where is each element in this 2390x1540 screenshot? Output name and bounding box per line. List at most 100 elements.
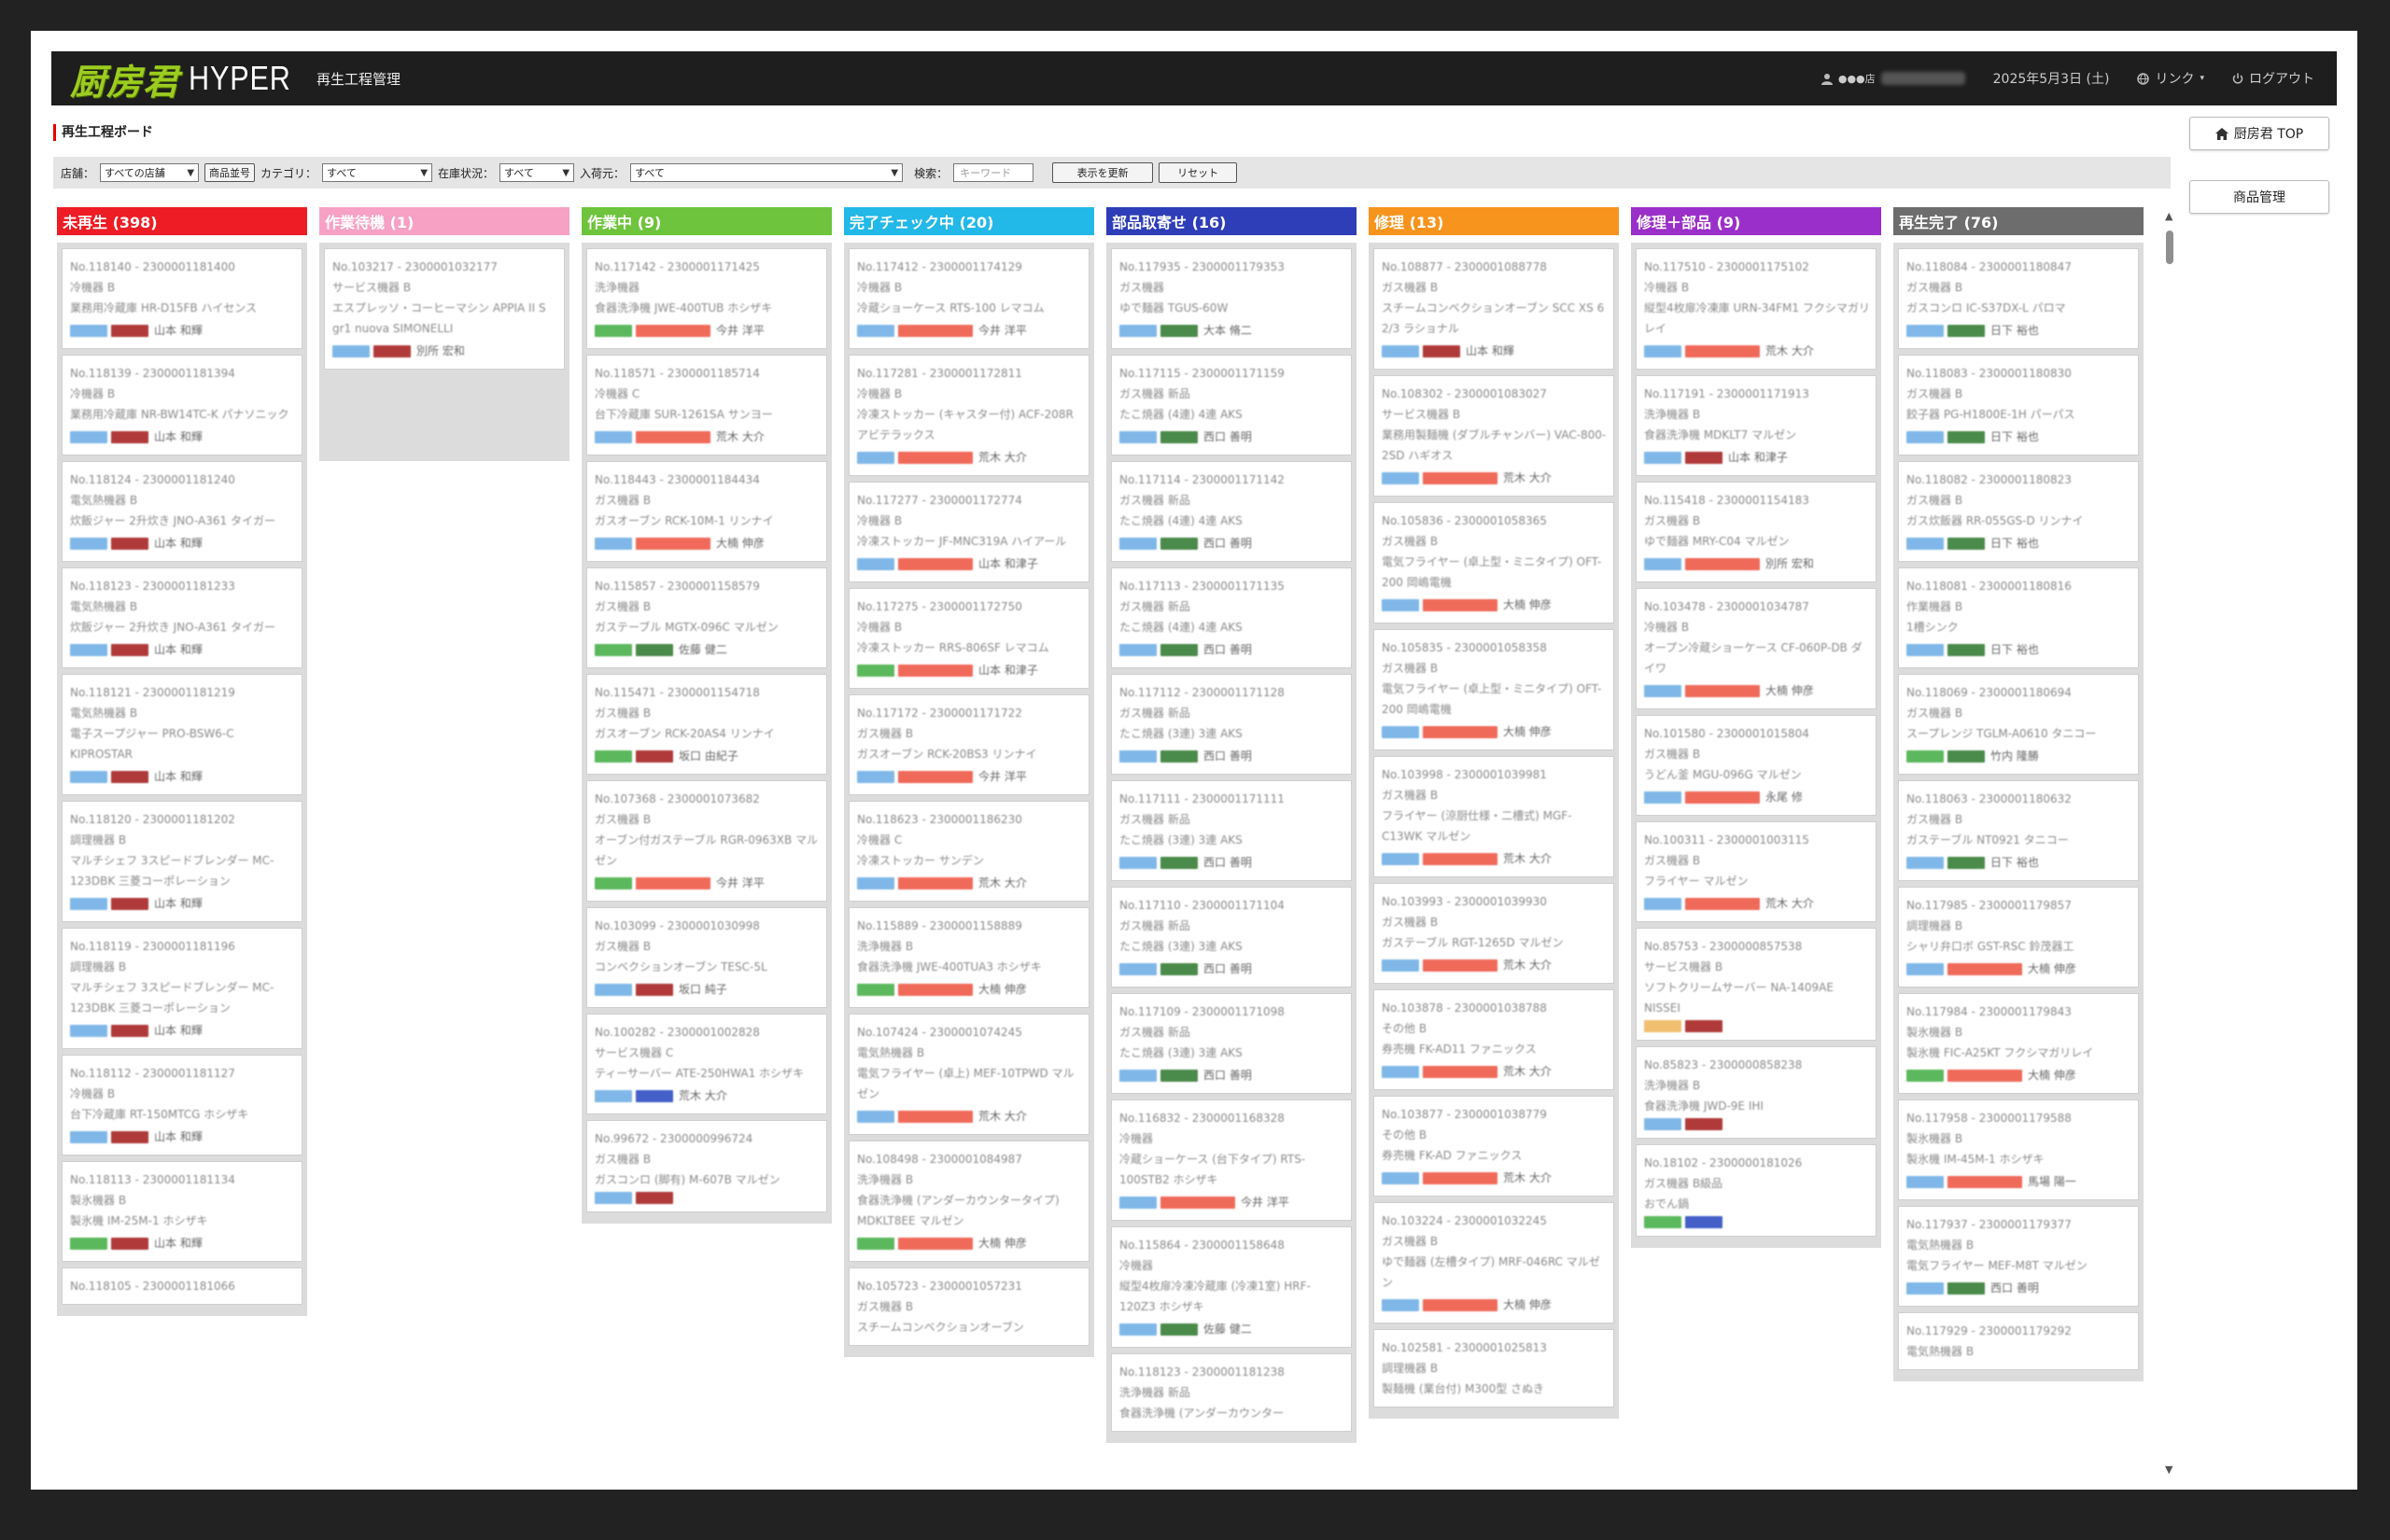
work-card[interactable]: No.108498 - 2300001084987 洗浄機器 B 食器洗浄機 (アン… — [849, 1141, 1090, 1262]
work-card[interactable]: No.105723 - 2300001057231 ガス機器 B スチームコンベクシ… — [849, 1267, 1090, 1346]
card-number: No.118443 - 2300001184434 — [595, 473, 760, 486]
card-category: 冷機器 — [1119, 1259, 1154, 1272]
link-menu[interactable]: リンク ▾ — [2137, 69, 2204, 88]
work-card[interactable]: No.118113 - 2300001181134 製氷機器 B 製氷機 IM-25… — [62, 1161, 302, 1262]
work-card[interactable]: No.118105 - 2300001181066 — [62, 1267, 302, 1305]
product-management-button[interactable]: 商品管理 — [2189, 180, 2329, 214]
work-card[interactable]: No.100311 - 2300001003115 ガス機器 B フライヤー マルゼ… — [1636, 821, 1877, 922]
status-badge — [636, 324, 710, 337]
work-card[interactable]: No.117115 - 2300001171159 ガス機器 新品 たこ焼器 (4連… — [1111, 355, 1352, 455]
work-card[interactable]: No.118140 - 2300001181400 冷機器 B 業務用冷蔵庫 HR-… — [62, 248, 302, 349]
work-card[interactable]: No.117111 - 2300001171111 ガス機器 新品 たこ焼器 (3連… — [1111, 780, 1352, 881]
apply-filter-button[interactable]: 表示を更新 — [1052, 162, 1154, 183]
work-card[interactable]: No.101580 - 2300001015804 ガス機器 B うどん釜 MGU-… — [1636, 715, 1877, 816]
work-card[interactable]: No.117937 - 2300001179377 電気熱機器 B 電気フライヤー … — [1898, 1206, 2139, 1307]
work-card[interactable]: No.117109 - 2300001171098 ガス機器 新品 たこ焼器 (3連… — [1111, 993, 1352, 1094]
work-card[interactable]: No.115889 - 2300001158889 洗浄機器 B 食器洗浄機 JWE… — [849, 907, 1090, 1008]
work-card[interactable]: No.118069 - 2300001180694 ガス機器 B スープレンジ TG… — [1898, 674, 2139, 775]
work-card[interactable]: No.18102 - 2300000181026 ガス機器 B級品 おでん鍋 — [1636, 1144, 1877, 1237]
work-card[interactable]: No.117510 - 2300001175102 冷機器 B 縦型4枚扉冷凍庫 U… — [1636, 248, 1877, 370]
work-card[interactable]: No.116832 - 2300001168328 冷機器 冷蔵ショーケース (台下… — [1111, 1099, 1352, 1221]
work-card[interactable]: No.99672 - 2300000996724 ガス機器 B ガスコンロ (脚有)… — [586, 1120, 827, 1212]
status-badge — [111, 537, 148, 550]
work-card[interactable]: No.118123 - 2300001181238 洗浄機器 新品 食器洗浄機 (ア… — [1111, 1353, 1352, 1432]
work-card[interactable]: No.115857 - 2300001158579 ガス機器 B ガステーブル MG… — [586, 567, 827, 668]
work-card[interactable]: No.105835 - 2300001058358 ガス機器 B 電気フライヤー (… — [1373, 629, 1614, 750]
work-card[interactable]: No.107424 - 2300001074245 電気熱機器 B 電気フライヤー … — [849, 1014, 1090, 1135]
work-card[interactable]: No.118063 - 2300001180632 ガス機器 B ガステーブル NT… — [1898, 780, 2139, 881]
card-product-name: ソフトクリームサーバー NA-1409AE NISSEI — [1644, 981, 1834, 1015]
work-card[interactable]: No.118124 - 2300001181240 電気熱機器 B 炊飯ジャー 2升… — [62, 461, 302, 562]
work-card[interactable]: No.103877 - 2300001038779 その他 B 券売機 FK-AD … — [1373, 1096, 1614, 1197]
scrollbar-thumb[interactable] — [2166, 231, 2173, 264]
work-card[interactable]: No.103878 - 2300001038788 その他 B 券売機 FK-AD1… — [1373, 989, 1614, 1090]
status-badge — [857, 1110, 894, 1123]
work-card[interactable]: No.117929 - 2300001179292 電気熱機器 B — [1898, 1312, 2139, 1370]
work-card[interactable]: No.117984 - 2300001179843 製氷機器 B 製氷機 FIC-A… — [1898, 993, 2139, 1094]
work-card[interactable]: No.115418 - 2300001154183 ガス機器 B ゆで麺器 MRY-… — [1636, 482, 1877, 582]
work-card[interactable]: No.118139 - 2300001181394 冷機器 B 業務用冷蔵庫 NR-… — [62, 355, 302, 455]
search-input[interactable]: キーワード — [953, 163, 1034, 182]
work-card[interactable]: No.115471 - 2300001154718 ガス機器 B ガスオーブン RC… — [586, 674, 827, 775]
work-card[interactable]: No.108877 - 2300001088778 ガス機器 B スチームコンベクシ… — [1373, 248, 1614, 370]
work-card[interactable]: No.118083 - 2300001180830 ガス機器 B 餃子器 PG-H1… — [1898, 355, 2139, 455]
work-card[interactable]: No.102581 - 2300001025813 調理機器 B 製麺機 (業台付)… — [1373, 1329, 1614, 1407]
work-card[interactable]: No.85823 - 2300000858238 洗浄機器 B 食器洗浄機 JWD-… — [1636, 1046, 1877, 1139]
work-card[interactable]: No.117142 - 2300001171425 洗浄機器 食器洗浄機 JWE-4… — [586, 248, 827, 349]
stock-select[interactable]: すべて ▼ — [499, 163, 575, 182]
work-card[interactable]: No.118123 - 2300001181233 電気熱機器 B 炊飯ジャー 2升… — [62, 567, 302, 668]
work-card[interactable]: No.117172 - 2300001171722 ガス機器 B ガスオーブン RC… — [849, 694, 1090, 795]
card-product-name: コンベクションオーブン TESC-5L — [595, 960, 767, 973]
work-card[interactable]: No.118112 - 2300001181127 冷機器 B 台下冷蔵庫 RT-1… — [62, 1055, 302, 1155]
work-card[interactable]: No.118571 - 2300001185714 冷機器 C 台下冷蔵庫 SUR-… — [586, 355, 827, 455]
work-card[interactable]: No.117112 - 2300001171128 ガス機器 新品 たこ焼器 (3連… — [1111, 674, 1352, 775]
work-card[interactable]: No.107368 - 2300001073682 ガス機器 B オーブン付ガステー… — [586, 780, 827, 902]
reset-button[interactable]: リセット — [1159, 162, 1238, 183]
work-card[interactable]: No.115864 - 2300001158648 冷機器 縦型4枚扉冷凍冷蔵庫 (… — [1111, 1226, 1352, 1348]
work-card[interactable]: No.118623 - 2300001186230 冷機器 C 冷凍ストッカー サン… — [849, 801, 1090, 902]
work-card[interactable]: No.103224 - 2300001032245 ガス機器 B ゆで麺器 (左槽タ… — [1373, 1202, 1614, 1323]
status-badge — [1906, 749, 1944, 763]
work-card[interactable]: No.118119 - 2300001181196 調理機器 B マルチシェフ 3ス… — [62, 928, 302, 1049]
arrival-select[interactable]: すべて ▼ — [630, 163, 904, 182]
work-card[interactable]: No.108302 - 2300001083027 サービス機器 B 業務用製麺機 … — [1373, 375, 1614, 497]
work-card[interactable]: No.117281 - 2300001172811 冷機器 B 冷凍ストッカー (キ… — [849, 355, 1090, 476]
scroll-down-icon[interactable]: ▼ — [2165, 1463, 2172, 1476]
work-card[interactable]: No.117412 - 2300001174129 冷機器 B 冷蔵ショーケース R… — [849, 248, 1090, 349]
kitchen-top-button[interactable]: 厨房君 TOP — [2189, 117, 2329, 150]
card-number: No.103877 - 2300001038779 — [1382, 1108, 1547, 1121]
work-card[interactable]: No.117113 - 2300001171135 ガス機器 新品 たこ焼器 (4連… — [1111, 567, 1352, 668]
work-card[interactable]: No.118121 - 2300001181219 電気熱機器 B 電子スープジャー… — [62, 674, 302, 795]
work-card[interactable]: No.117275 - 2300001172750 冷機器 B 冷凍ストッカー RR… — [849, 588, 1090, 689]
work-card[interactable]: No.118082 - 2300001180823 ガス機器 B ガス炊飯器 RR-… — [1898, 461, 2139, 562]
work-card[interactable]: No.103998 - 2300001039981 ガス機器 B フライヤー (涼厨… — [1373, 756, 1614, 877]
work-card[interactable]: No.103099 - 2300001030998 ガス機器 B コンベクションオー… — [586, 907, 827, 1008]
work-card[interactable]: No.85753 - 2300000857538 サービス機器 B ソフトクリームサ… — [1636, 928, 1877, 1041]
work-card[interactable]: No.117985 - 2300001179857 調理機器 B シャリ弁口ボ GS… — [1898, 887, 2139, 987]
category-select[interactable]: すべて ▼ — [322, 163, 433, 182]
work-card[interactable]: No.118120 - 2300001181202 調理機器 B マルチシェフ 3ス… — [62, 801, 302, 922]
board-scrollbar[interactable]: ▲ ▼ — [2163, 210, 2176, 1485]
app-logo[interactable]: 厨房君 HYPER — [70, 51, 309, 105]
work-card[interactable]: No.105836 - 2300001058365 ガス機器 B 電気フライヤー (… — [1373, 502, 1614, 623]
work-card[interactable]: No.118084 - 2300001180847 ガス機器 B ガスコンロ IC-… — [1898, 248, 2139, 349]
work-card[interactable]: No.117110 - 2300001171104 ガス機器 新品 たこ焼器 (3連… — [1111, 887, 1352, 987]
scroll-up-icon[interactable]: ▲ — [2165, 210, 2172, 222]
assignee-name: 竹内 隆勝 — [1990, 749, 2039, 763]
work-card[interactable]: No.117958 - 2300001179588 製氷機器 B 製氷機 IM-45… — [1898, 1099, 2139, 1200]
work-card[interactable]: No.117114 - 2300001171142 ガス機器 新品 たこ焼器 (4連… — [1111, 461, 1352, 562]
work-card[interactable]: No.118443 - 2300001184434 ガス機器 B ガスオーブン RC… — [586, 461, 827, 562]
work-card[interactable]: No.103217 - 2300001032177 サービス機器 B エスプレッソ・… — [324, 248, 565, 370]
logout-button[interactable]: ログアウト — [2232, 69, 2314, 88]
board-column: 部品取寄せ (16) No.117935 - 2300001179353 ガス機器ゆ… — [1106, 207, 1357, 1443]
assignee-name: 大楠 伸彦 — [1765, 684, 1814, 697]
product-order-button[interactable]: 商品並号 — [204, 163, 256, 182]
work-card[interactable]: No.103993 - 2300001039930 ガス機器 B ガステーブル RG… — [1373, 883, 1614, 984]
work-card[interactable]: No.117277 - 2300001172774 冷機器 B 冷凍ストッカー JF… — [849, 482, 1090, 582]
work-card[interactable]: No.117191 - 2300001171913 洗浄機器 B 食器洗浄機 MDK… — [1636, 375, 1877, 476]
work-card[interactable]: No.118081 - 2300001180816 作業機器 B 1槽シンク 日下 裕… — [1898, 567, 2139, 668]
work-card[interactable]: No.117935 - 2300001179353 ガス機器 ゆで麺器 TGUS-6… — [1111, 248, 1352, 349]
store-select[interactable]: すべての店舗 ▼ — [100, 163, 200, 182]
work-card[interactable]: No.103478 - 2300001034787 冷機器 B オープン冷蔵ショーケ… — [1636, 588, 1877, 709]
work-card[interactable]: No.100282 - 2300001002828 サービス機器 C ティーサーバー… — [586, 1014, 827, 1114]
